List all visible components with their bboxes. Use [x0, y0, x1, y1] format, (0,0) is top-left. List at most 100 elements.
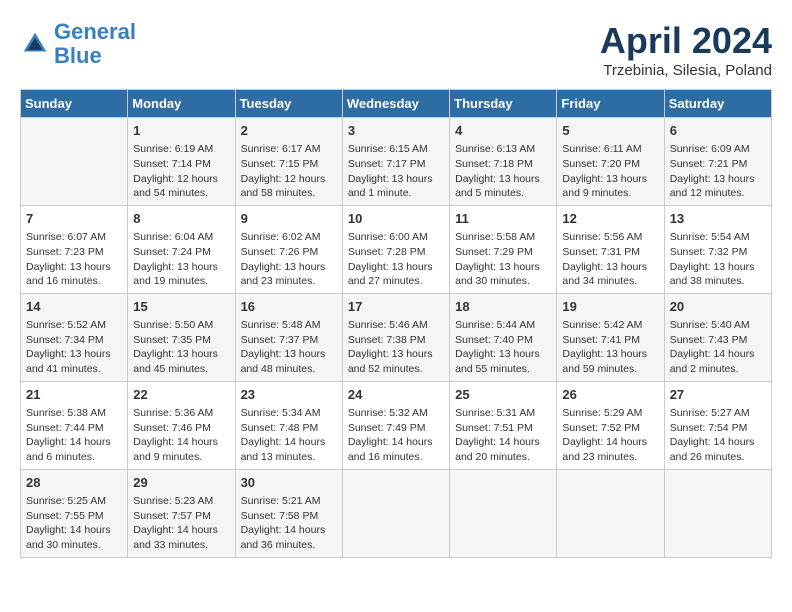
calendar-cell: 10 Sunrise: 6:00 AM Sunset: 7:28 PM Dayli…: [342, 205, 449, 293]
weekday-header-friday: Friday: [557, 90, 664, 118]
calendar-cell: 25 Sunrise: 5:31 AM Sunset: 7:51 PM Dayli…: [450, 381, 557, 469]
calendar-cell: 8 Sunrise: 6:04 AM Sunset: 7:24 PM Daylig…: [128, 205, 235, 293]
day-number: 18: [455, 298, 551, 316]
day-number: 25: [455, 386, 551, 404]
cell-content: Sunrise: 5:48 AM Sunset: 7:37 PM Dayligh…: [241, 318, 337, 377]
day-number: 12: [562, 210, 658, 228]
calendar-cell: 22Sunrise: 5:36 AM Sunset: 7:46 PM Dayli…: [128, 381, 235, 469]
calendar-cell: [557, 469, 664, 557]
cell-content: Sunrise: 5:27 AM Sunset: 7:54 PM Dayligh…: [670, 406, 766, 465]
calendar-cell: 18 Sunrise: 5:44 AM Sunset: 7:40 PM Dayli…: [450, 293, 557, 381]
calendar-cell: 9Sunrise: 6:02 AM Sunset: 7:26 PM Daylig…: [235, 205, 342, 293]
cell-content: Sunrise: 5:25 AM Sunset: 7:55 PM Dayligh…: [26, 494, 122, 553]
calendar-cell: 2 Sunrise: 6:17 AM Sunset: 7:15 PM Daylig…: [235, 118, 342, 206]
day-number: 30: [241, 474, 337, 492]
cell-content: Sunrise: 5:38 AM Sunset: 7:44 PM Dayligh…: [26, 406, 122, 465]
cell-content: Sunrise: 5:34 AM Sunset: 7:48 PM Dayligh…: [241, 406, 337, 465]
calendar-cell: 6Sunrise: 6:09 AM Sunset: 7:21 PM Daylig…: [664, 118, 771, 206]
calendar-cell: 14 Sunrise: 5:52 AM Sunset: 7:34 PM Dayli…: [21, 293, 128, 381]
calendar-cell: 12 Sunrise: 5:56 AM Sunset: 7:31 PM Dayli…: [557, 205, 664, 293]
calendar-week-row: 7Sunrise: 6:07 AM Sunset: 7:23 PM Daylig…: [21, 205, 772, 293]
cell-content: Sunrise: 6:19 AM Sunset: 7:14 PM Dayligh…: [133, 142, 229, 201]
calendar-cell: 1 Sunrise: 6:19 AM Sunset: 7:14 PM Daylig…: [128, 118, 235, 206]
weekday-header-row: SundayMondayTuesdayWednesdayThursdayFrid…: [21, 90, 772, 118]
calendar-table: SundayMondayTuesdayWednesdayThursdayFrid…: [20, 89, 772, 558]
cell-content: Sunrise: 6:11 AM Sunset: 7:20 PM Dayligh…: [562, 142, 658, 201]
calendar-cell: 4 Sunrise: 6:13 AM Sunset: 7:18 PM Daylig…: [450, 118, 557, 206]
day-number: 4: [455, 122, 551, 140]
logo-line2: Blue: [54, 43, 102, 68]
calendar-cell: 30 Sunrise: 5:21 AM Sunset: 7:58 PM Dayli…: [235, 469, 342, 557]
day-number: 16: [241, 298, 337, 316]
calendar-cell: 26Sunrise: 5:29 AM Sunset: 7:52 PM Dayli…: [557, 381, 664, 469]
cell-content: Sunrise: 6:04 AM Sunset: 7:24 PM Dayligh…: [133, 230, 229, 289]
calendar-cell: 29Sunrise: 5:23 AM Sunset: 7:57 PM Dayli…: [128, 469, 235, 557]
cell-content: Sunrise: 5:32 AM Sunset: 7:49 PM Dayligh…: [348, 406, 444, 465]
calendar-cell: [21, 118, 128, 206]
day-number: 3: [348, 122, 444, 140]
day-number: 24: [348, 386, 444, 404]
day-number: 28: [26, 474, 122, 492]
day-number: 21: [26, 386, 122, 404]
weekday-header-saturday: Saturday: [664, 90, 771, 118]
cell-content: Sunrise: 6:15 AM Sunset: 7:17 PM Dayligh…: [348, 142, 444, 201]
title-block: April 2024 Trzebinia, Silesia, Poland: [600, 20, 772, 79]
day-number: 14: [26, 298, 122, 316]
day-number: 19: [562, 298, 658, 316]
calendar-cell: 21 Sunrise: 5:38 AM Sunset: 7:44 PM Dayli…: [21, 381, 128, 469]
calendar-cell: 13 Sunrise: 5:54 AM Sunset: 7:32 PM Dayli…: [664, 205, 771, 293]
calendar-cell: 23 Sunrise: 5:34 AM Sunset: 7:48 PM Dayli…: [235, 381, 342, 469]
cell-content: Sunrise: 5:58 AM Sunset: 7:29 PM Dayligh…: [455, 230, 551, 289]
calendar-cell: 20 Sunrise: 5:40 AM Sunset: 7:43 PM Dayli…: [664, 293, 771, 381]
logo-line1: General: [54, 19, 136, 44]
day-number: 20: [670, 298, 766, 316]
logo-icon: [20, 29, 50, 59]
cell-content: Sunrise: 5:31 AM Sunset: 7:51 PM Dayligh…: [455, 406, 551, 465]
day-number: 13: [670, 210, 766, 228]
cell-content: Sunrise: 5:21 AM Sunset: 7:58 PM Dayligh…: [241, 494, 337, 553]
cell-content: Sunrise: 5:54 AM Sunset: 7:32 PM Dayligh…: [670, 230, 766, 289]
location-subtitle: Trzebinia, Silesia, Poland: [600, 62, 772, 79]
cell-content: Sunrise: 5:52 AM Sunset: 7:34 PM Dayligh…: [26, 318, 122, 377]
cell-content: Sunrise: 6:17 AM Sunset: 7:15 PM Dayligh…: [241, 142, 337, 201]
weekday-header-monday: Monday: [128, 90, 235, 118]
calendar-cell: [450, 469, 557, 557]
calendar-week-row: 21 Sunrise: 5:38 AM Sunset: 7:44 PM Dayli…: [21, 381, 772, 469]
calendar-cell: 17Sunrise: 5:46 AM Sunset: 7:38 PM Dayli…: [342, 293, 449, 381]
calendar-cell: 28 Sunrise: 5:25 AM Sunset: 7:55 PM Dayli…: [21, 469, 128, 557]
cell-content: Sunrise: 5:44 AM Sunset: 7:40 PM Dayligh…: [455, 318, 551, 377]
day-number: 29: [133, 474, 229, 492]
cell-content: Sunrise: 6:00 AM Sunset: 7:28 PM Dayligh…: [348, 230, 444, 289]
calendar-cell: [342, 469, 449, 557]
day-number: 27: [670, 386, 766, 404]
calendar-cell: 7Sunrise: 6:07 AM Sunset: 7:23 PM Daylig…: [21, 205, 128, 293]
day-number: 2: [241, 122, 337, 140]
cell-content: Sunrise: 5:56 AM Sunset: 7:31 PM Dayligh…: [562, 230, 658, 289]
day-number: 1: [133, 122, 229, 140]
cell-content: Sunrise: 5:46 AM Sunset: 7:38 PM Dayligh…: [348, 318, 444, 377]
calendar-week-row: 14 Sunrise: 5:52 AM Sunset: 7:34 PM Dayli…: [21, 293, 772, 381]
day-number: 6: [670, 122, 766, 140]
day-number: 15: [133, 298, 229, 316]
cell-content: Sunrise: 5:42 AM Sunset: 7:41 PM Dayligh…: [562, 318, 658, 377]
cell-content: Sunrise: 5:29 AM Sunset: 7:52 PM Dayligh…: [562, 406, 658, 465]
day-number: 5: [562, 122, 658, 140]
page-header: General Blue April 2024 Trzebinia, Siles…: [20, 20, 772, 79]
calendar-cell: 3 Sunrise: 6:15 AM Sunset: 7:17 PM Daylig…: [342, 118, 449, 206]
calendar-cell: 24 Sunrise: 5:32 AM Sunset: 7:49 PM Dayli…: [342, 381, 449, 469]
cell-content: Sunrise: 5:50 AM Sunset: 7:35 PM Dayligh…: [133, 318, 229, 377]
logo: General Blue: [20, 20, 136, 68]
day-number: 22: [133, 386, 229, 404]
calendar-cell: 11Sunrise: 5:58 AM Sunset: 7:29 PM Dayli…: [450, 205, 557, 293]
cell-content: Sunrise: 6:13 AM Sunset: 7:18 PM Dayligh…: [455, 142, 551, 201]
calendar-cell: [664, 469, 771, 557]
calendar-cell: 5 Sunrise: 6:11 AM Sunset: 7:20 PM Daylig…: [557, 118, 664, 206]
cell-content: Sunrise: 5:40 AM Sunset: 7:43 PM Dayligh…: [670, 318, 766, 377]
month-title: April 2024: [600, 20, 772, 62]
weekday-header-sunday: Sunday: [21, 90, 128, 118]
day-number: 23: [241, 386, 337, 404]
weekday-header-tuesday: Tuesday: [235, 90, 342, 118]
day-number: 8: [133, 210, 229, 228]
day-number: 9: [241, 210, 337, 228]
day-number: 10: [348, 210, 444, 228]
